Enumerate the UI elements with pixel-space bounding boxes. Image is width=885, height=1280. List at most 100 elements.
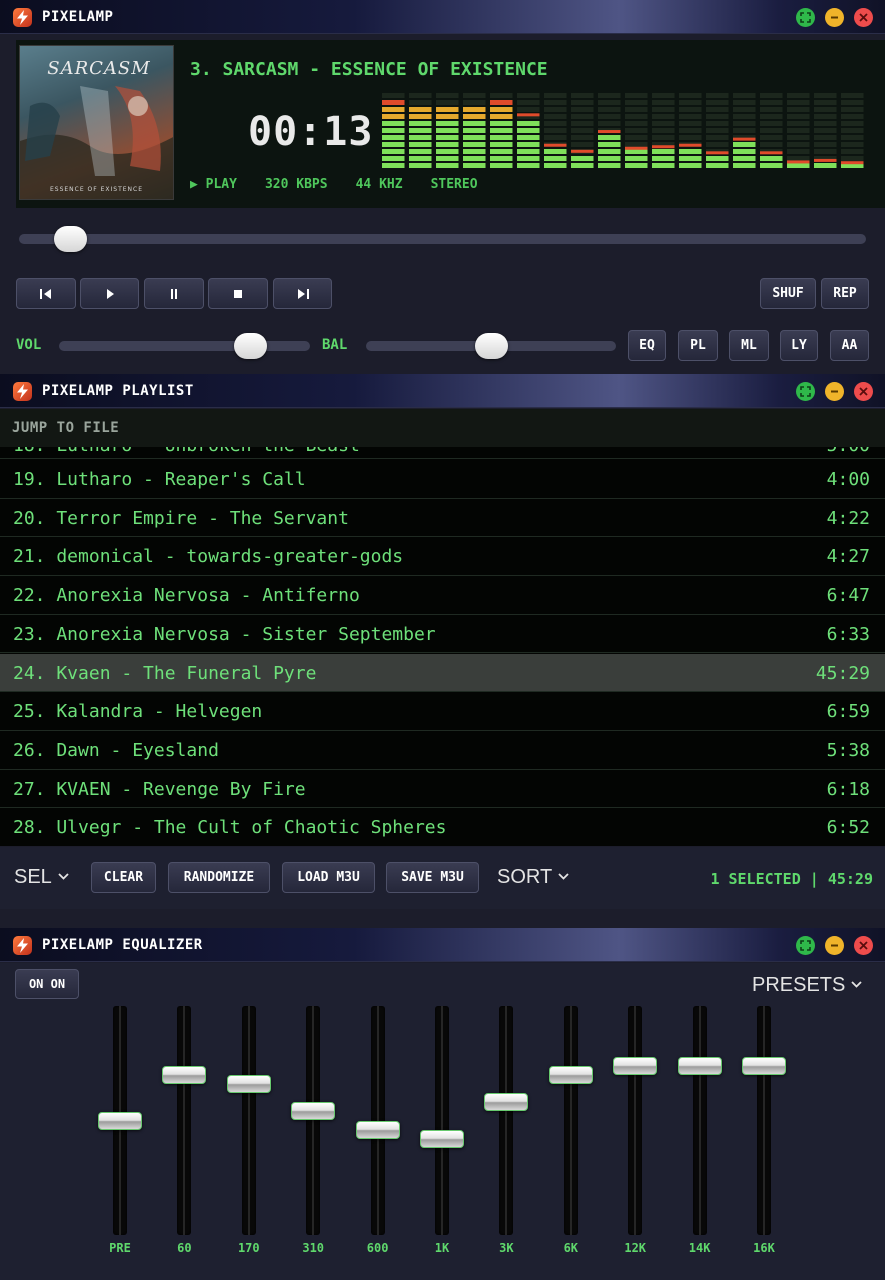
eq-band-slider[interactable]: [563, 1006, 578, 1235]
spectrum-segment: [787, 107, 810, 112]
spectrum-segment: [382, 114, 405, 119]
eq-band-handle[interactable]: [420, 1129, 464, 1148]
eq-band-handle[interactable]: [484, 1093, 529, 1112]
eq-band-handle[interactable]: [98, 1111, 142, 1130]
equalizer-minimize-button[interactable]: [825, 936, 844, 955]
media-library-toggle-button[interactable]: ML: [729, 330, 769, 361]
seek-bar[interactable]: [19, 234, 866, 244]
spectrum-segment: [706, 114, 729, 119]
spectrum-segment: [463, 121, 486, 126]
repeat-button[interactable]: REP: [821, 278, 869, 309]
playlist-toggle-button[interactable]: PL: [678, 330, 718, 361]
spectrum-segment: [652, 135, 675, 140]
minimize-button[interactable]: [825, 8, 844, 27]
eq-band-handle[interactable]: [677, 1056, 722, 1075]
spectrum-peak: [652, 145, 675, 149]
eq-band-slider[interactable]: [306, 1006, 321, 1235]
list-item[interactable]: 27. KVAEN - Revenge By Fire 6:18: [0, 770, 885, 809]
list-item[interactable]: 21. demonical - towards-greater-gods 4:27: [0, 537, 885, 577]
randomize-button[interactable]: RANDOMIZE: [168, 862, 270, 893]
volume-handle[interactable]: [233, 333, 267, 359]
list-item[interactable]: 24. Kvaen - The Funeral Pyre 45:29: [0, 653, 885, 693]
eq-band-slider[interactable]: [435, 1006, 449, 1235]
track-name: 25. Kalandra - Helvegen: [13, 701, 263, 723]
list-item[interactable]: 23. Anorexia Nervosa - Sister September 6…: [0, 615, 885, 654]
app-bolt-icon: [13, 8, 32, 27]
spectrum-segment: [436, 93, 459, 98]
volume-slider[interactable]: [59, 341, 310, 351]
close-button[interactable]: [854, 8, 873, 27]
eq-band-handle[interactable]: [162, 1065, 207, 1084]
eq-band-slider[interactable]: [177, 1006, 192, 1235]
spectrum-segment: [787, 163, 810, 168]
eq-band-slider[interactable]: [628, 1006, 643, 1235]
clear-button[interactable]: CLEAR: [91, 862, 156, 893]
playlist-close-button[interactable]: [854, 382, 873, 401]
playlist-titlebar[interactable]: PIXELAMP PLAYLIST: [0, 374, 885, 408]
player-titlebar[interactable]: PIXELAMP: [0, 0, 885, 34]
spectrum-segment: [544, 100, 567, 105]
seek-handle[interactable]: [53, 226, 87, 252]
spectrum-segment: [409, 156, 432, 161]
elapsed-time[interactable]: 00:13: [248, 109, 373, 155]
next-button[interactable]: [273, 278, 332, 309]
spectrum-segment: [760, 156, 783, 161]
spectrum-segment: [490, 135, 513, 140]
list-item[interactable]: 25. Kalandra - Helvegen 6:59: [0, 692, 885, 731]
save-m3u-button[interactable]: SAVE M3U: [386, 862, 479, 893]
spectrum-segment: [814, 100, 837, 105]
spectrum-segment: [787, 121, 810, 126]
equalizer-maximize-button[interactable]: [796, 936, 815, 955]
eq-band-handle[interactable]: [355, 1120, 400, 1139]
eq-band-handle[interactable]: [613, 1056, 658, 1075]
list-item[interactable]: 26. Dawn - Eyesland 5:38: [0, 731, 885, 770]
spectrum-segment: [706, 135, 729, 140]
spectrum-segment: [625, 156, 648, 161]
playlist-list[interactable]: 18. Lutharo - Unbroken the Beast 5:00 19…: [0, 447, 885, 846]
list-item[interactable]: 20. Terror Empire - The Servant 4:22: [0, 499, 885, 538]
volume-label: VOL: [16, 337, 42, 353]
list-item[interactable]: 22. Anorexia Nervosa - Antiferno 6:47: [0, 576, 885, 615]
eq-band-slider[interactable]: [757, 1006, 771, 1235]
spectrum-segment: [679, 163, 702, 168]
previous-button[interactable]: [16, 278, 76, 309]
load-m3u-button[interactable]: LOAD M3U: [282, 862, 375, 893]
pause-button[interactable]: [144, 278, 204, 309]
spectrum-segment: [598, 156, 621, 161]
playlist-maximize-button[interactable]: [796, 382, 815, 401]
spectrum-segment: [544, 107, 567, 112]
equalizer-titlebar[interactable]: PIXELAMP EQUALIZER: [0, 928, 885, 962]
play-button[interactable]: [80, 278, 139, 309]
spectrum-visualizer[interactable]: [382, 92, 868, 168]
spectrum-segment: [652, 100, 675, 105]
spectrum-segment: [517, 135, 540, 140]
eq-band-handle[interactable]: [548, 1065, 593, 1084]
shuffle-button[interactable]: SHUF: [760, 278, 816, 309]
spectrum-peak: [760, 151, 783, 155]
list-item[interactable]: 28. Ulvegr - The Cult of Chaotic Spheres…: [0, 808, 885, 846]
eq-toggle-button[interactable]: EQ: [628, 330, 666, 361]
maximize-button[interactable]: [796, 8, 815, 27]
eq-band-handle[interactable]: [226, 1074, 271, 1093]
eq-band-handle[interactable]: [742, 1056, 786, 1075]
list-item[interactable]: 19. Lutharo - Reaper's Call 4:00: [0, 460, 885, 499]
eq-power-button[interactable]: ON ON: [15, 969, 79, 999]
eq-band-slider[interactable]: [692, 1006, 707, 1235]
eq-band-slider[interactable]: [499, 1006, 514, 1235]
spectrum-segment: [436, 135, 459, 140]
eq-band-handle[interactable]: [291, 1102, 336, 1121]
list-item[interactable]: 18. Lutharo - Unbroken the Beast 5:00: [0, 447, 885, 459]
spectrum-segment: [787, 93, 810, 98]
sort-menu[interactable]: SORT: [497, 866, 569, 889]
lyrics-toggle-button[interactable]: LY: [780, 330, 818, 361]
equalizer-close-button[interactable]: [854, 936, 873, 955]
playlist-minimize-button[interactable]: [825, 382, 844, 401]
jump-to-file-input[interactable]: JUMP TO FILE: [0, 409, 885, 447]
eq-band-slider[interactable]: [241, 1006, 256, 1235]
balance-handle[interactable]: [475, 333, 508, 359]
album-art-toggle-button[interactable]: AA: [830, 330, 869, 361]
chevron-down-icon: [851, 981, 862, 988]
presets-menu[interactable]: PRESETS: [752, 974, 862, 997]
stop-button[interactable]: [208, 278, 268, 309]
select-menu[interactable]: SEL: [14, 866, 69, 889]
